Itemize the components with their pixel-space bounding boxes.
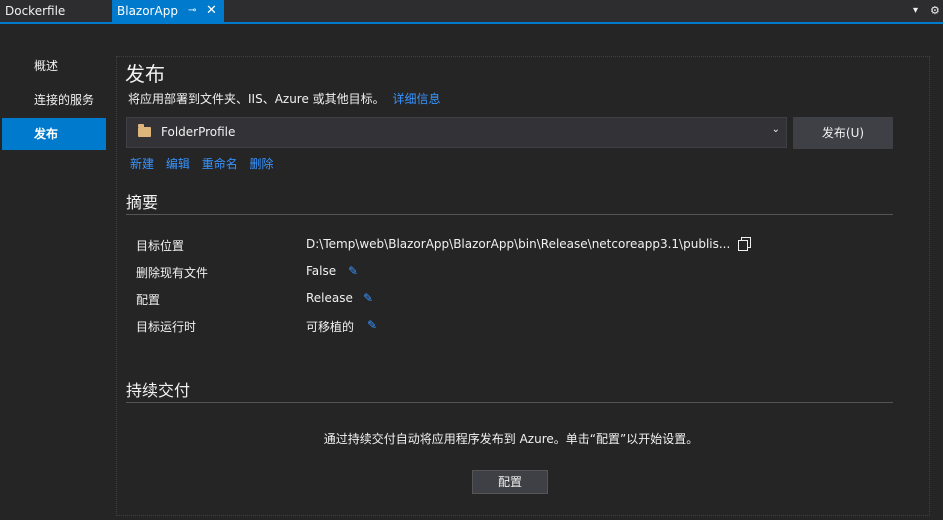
rename-profile-link[interactable]: 重命名 xyxy=(202,157,238,171)
edit-profile-link[interactable]: 编辑 xyxy=(166,157,190,171)
sidebar-item-overview[interactable]: 概述 xyxy=(2,50,106,82)
tab-dockerfile[interactable]: Dockerfile xyxy=(0,0,110,22)
row-label-target-runtime: 目标运行时 xyxy=(136,320,197,334)
pin-icon[interactable]: ⊸ xyxy=(188,0,196,22)
profile-actions: 新建 编辑 重命名 删除 xyxy=(130,155,282,172)
details-link[interactable]: 详细信息 xyxy=(393,92,441,106)
row-label-configuration: 配置 xyxy=(136,293,161,307)
page-title: 发布 xyxy=(125,62,165,86)
delete-existing-value: False xyxy=(306,264,337,278)
sidebar-item-label: 概述 xyxy=(34,59,59,73)
tab-list-dropdown-icon[interactable]: ▾ xyxy=(913,2,918,20)
gear-icon[interactable]: ⚙ xyxy=(930,2,940,20)
profile-name: FolderProfile xyxy=(161,125,236,139)
pencil-icon[interactable]: ✎ xyxy=(367,318,377,332)
profile-dropdown[interactable]: FolderProfile ⌄ xyxy=(126,117,787,148)
target-runtime-value: 可移植的 xyxy=(306,320,355,334)
close-icon[interactable]: ✕ xyxy=(206,0,217,22)
pencil-icon[interactable]: ✎ xyxy=(363,291,373,305)
sidebar-item-label: 发布 xyxy=(34,127,59,141)
continuous-delivery-text: 通过持续交付自动将应用程序发布到 Azure。单击“配置”以开始设置。 xyxy=(323,432,699,446)
document-tab-strip: Dockerfile BlazorApp ⊸ ✕ ▾ ⚙ xyxy=(0,0,943,24)
target-location-link[interactable]: D:\Temp\web\BlazorApp\BlazorApp\bin\Rele… xyxy=(306,237,730,251)
publish-button[interactable]: 发布(U) xyxy=(793,117,893,149)
row-label-target-location: 目标位置 xyxy=(136,239,185,253)
delete-profile-link[interactable]: 删除 xyxy=(250,157,274,171)
summary-title: 摘要 xyxy=(126,193,159,212)
chevron-down-icon: ⌄ xyxy=(771,124,780,135)
new-profile-link[interactable]: 新建 xyxy=(130,157,154,171)
tab-blazorapp-label: BlazorApp xyxy=(117,4,178,18)
tab-dockerfile-label: Dockerfile xyxy=(5,4,66,18)
pencil-icon[interactable]: ✎ xyxy=(348,264,358,278)
publish-description: 将应用部署到文件夹、IIS、Azure 或其他目标。 详细信息 xyxy=(128,90,441,107)
summary-divider xyxy=(126,214,893,215)
sidebar-item-publish[interactable]: 发布 xyxy=(2,118,106,150)
sidebar-item-label: 连接的服务 xyxy=(34,93,95,107)
copy-icon[interactable] xyxy=(738,237,751,251)
configure-button[interactable]: 配置 xyxy=(472,470,548,494)
row-label-delete-existing: 删除现有文件 xyxy=(136,266,209,280)
sidebar-item-connected-services[interactable]: 连接的服务 xyxy=(2,84,106,116)
publish-description-text: 将应用部署到文件夹、IIS、Azure 或其他目标。 xyxy=(128,92,385,106)
continuous-delivery-divider xyxy=(126,402,893,403)
tab-blazorapp[interactable]: BlazorApp ⊸ ✕ xyxy=(112,0,224,22)
folder-icon xyxy=(138,124,151,137)
configuration-value: Release xyxy=(306,291,353,305)
continuous-delivery-title: 持续交付 xyxy=(126,381,191,400)
